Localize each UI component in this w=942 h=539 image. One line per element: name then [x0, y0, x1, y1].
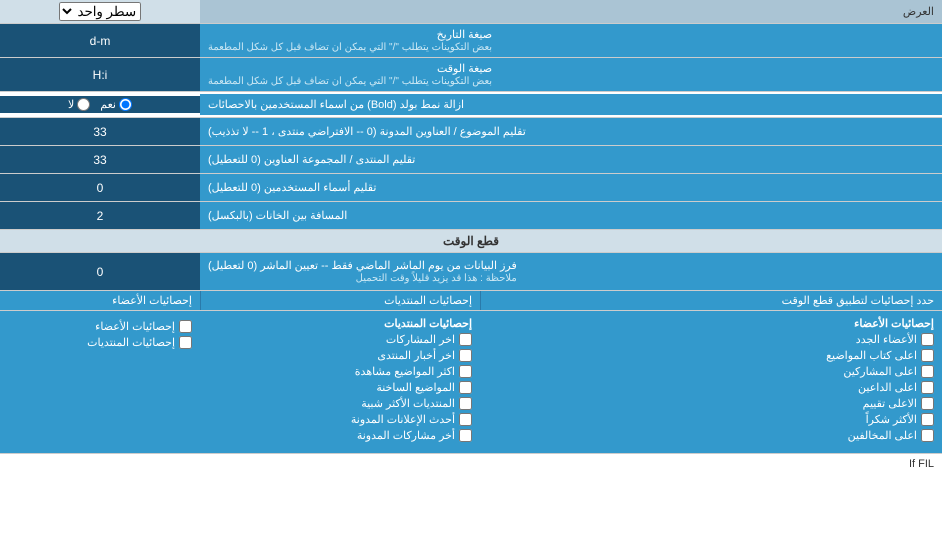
time-format-input[interactable]	[4, 68, 196, 82]
cb-most-thanks-input[interactable]	[921, 413, 934, 426]
cb-last-posts: اخر المشاركات	[208, 333, 472, 346]
cb-forum-stats: إحصائيات المنتديات	[8, 336, 192, 349]
cb-most-similar-forums-label: المنتديات الأكثر شبية	[361, 397, 455, 410]
cb-last-news-label: اخر أخبار المنتدى	[377, 349, 455, 362]
cb-last-blog-posts-input[interactable]	[459, 429, 472, 442]
cb-top-posters-input[interactable]	[921, 365, 934, 378]
checkboxes-mid-col: إحصائيات المنتديات اخر المشاركات اخر أخب…	[200, 315, 480, 447]
cb-top-violators: اعلى المخالفين	[488, 429, 934, 442]
cb-top-inviters-label: اعلى الداعين	[858, 381, 917, 394]
stats-apply-label: حدد إحصائيات لتطبيق قطع الوقت	[480, 291, 942, 310]
stats-forums-col-title: إحصائيات المنتديات	[200, 291, 480, 310]
cb-last-blog-posts-label: أخر مشاركات المدونة	[357, 429, 455, 442]
display-select-wrap[interactable]: سطر واحد سطرين ثلاثة أسطر	[0, 0, 200, 23]
cb-top-inviters-input[interactable]	[921, 381, 934, 394]
gap-row: المسافة بين الخانات (بالبكسل)	[0, 202, 942, 230]
time-format-row: صيغة الوقت بعض التكوينات يتطلب "/" التي …	[0, 58, 942, 92]
cb-most-similar-forums-input[interactable]	[459, 397, 472, 410]
cb-new-members-label: الأعضاء الجدد	[856, 333, 917, 346]
cb-top-rated: الاعلى تقييم	[488, 397, 934, 410]
cb-member-stats-input[interactable]	[179, 320, 192, 333]
cb-member-stats: إحصائيات الأعضاء	[8, 320, 192, 333]
cb-top-topics-input[interactable]	[921, 349, 934, 362]
forum-group-row: تقليم المنتدى / المجموعة العناوين (0 للت…	[0, 146, 942, 174]
topics-titles-input[interactable]	[4, 125, 196, 139]
cb-top-posters-label: اعلى المشاركين	[843, 365, 917, 378]
cb-top-rated-input[interactable]	[921, 397, 934, 410]
display-select[interactable]: سطر واحد سطرين ثلاثة أسطر	[59, 2, 141, 21]
fetch-days-input[interactable]	[4, 265, 196, 279]
cb-forum-stats-input[interactable]	[179, 336, 192, 349]
cb-last-posts-input[interactable]	[459, 333, 472, 346]
radio-no[interactable]	[77, 98, 90, 111]
cb-new-members: الأعضاء الجدد	[488, 333, 934, 346]
cb-mid-col-header: إحصائيات المنتديات	[208, 317, 472, 330]
realtime-section-header: قطع الوقت	[0, 230, 942, 253]
time-format-label: صيغة الوقت بعض التكوينات يتطلب "/" التي …	[200, 58, 942, 91]
cb-hot-topics: المواضيع الساخنة	[208, 381, 472, 394]
gap-input[interactable]	[4, 209, 196, 223]
header-row: العرض سطر واحد سطرين ثلاثة أسطر	[0, 0, 942, 24]
cb-top-inviters: اعلى الداعين	[488, 381, 934, 394]
remove-bold-label: ازالة نمط بولد (Bold) من اسماء المستخدمي…	[200, 94, 942, 115]
cb-forum-stats-label: إحصائيات المنتديات	[87, 336, 175, 349]
cb-row-members-col-header: إحصائيات الأعضاء	[488, 317, 934, 330]
main-container: العرض سطر واحد سطرين ثلاثة أسطر صيغة الت…	[0, 0, 942, 474]
date-format-input-wrap	[0, 24, 200, 57]
bottom-text: If FIL	[0, 453, 942, 474]
cb-most-viewed-label: اكثر المواضيع مشاهدة	[355, 365, 455, 378]
date-format-input[interactable]	[4, 34, 196, 48]
remove-bold-row: ازالة نمط بولد (Bold) من اسماء المستخدمي…	[0, 92, 942, 118]
cb-most-thanks: الأكثر شكراً	[488, 413, 934, 426]
cb-latest-announcements: أحدث الإعلانات المدونة	[208, 413, 472, 426]
stats-members-col-title: إحصائيات الأعضاء	[0, 291, 200, 310]
usernames-input-wrap	[0, 174, 200, 201]
gap-label: المسافة بين الخانات (بالبكسل)	[200, 202, 942, 229]
cb-top-rated-label: الاعلى تقييم	[863, 397, 917, 410]
cb-top-topics-label: اعلى كتاب المواضيع	[826, 349, 917, 362]
cb-top-posters: اعلى المشاركين	[488, 365, 934, 378]
usernames-input[interactable]	[4, 181, 196, 195]
cb-last-news-input[interactable]	[459, 349, 472, 362]
cb-top-violators-input[interactable]	[921, 429, 934, 442]
cb-most-viewed-input[interactable]	[459, 365, 472, 378]
radio-yes[interactable]	[119, 98, 132, 111]
cb-last-posts-label: اخر المشاركات	[386, 333, 455, 346]
cb-most-similar-forums: المنتديات الأكثر شبية	[208, 397, 472, 410]
forum-group-input-wrap	[0, 146, 200, 173]
cb-latest-announcements-label: أحدث الإعلانات المدونة	[351, 413, 455, 426]
fetch-days-input-wrap	[0, 253, 200, 290]
forum-group-input[interactable]	[4, 153, 196, 167]
cb-most-viewed: اكثر المواضيع مشاهدة	[208, 365, 472, 378]
cb-most-thanks-label: الأكثر شكراً	[866, 413, 917, 426]
checkboxes-left-col: إحصائيات الأعضاء إحصائيات المنتديات	[0, 315, 200, 447]
topics-titles-label: تقليم الموضوع / العناوين المدونة (0 -- ا…	[200, 118, 942, 145]
cb-member-stats-label: إحصائيات الأعضاء	[95, 320, 175, 333]
checkboxes-right-col: إحصائيات الأعضاء الأعضاء الجدد اعلى كتاب…	[480, 315, 942, 447]
radio-yes-label[interactable]: نعم	[100, 98, 132, 111]
time-format-input-wrap	[0, 58, 200, 91]
header-label: العرض	[200, 2, 942, 21]
fetch-days-row: فرز البيانات من يوم الماشر الماضي فقط --…	[0, 253, 942, 291]
date-format-label: صيغة التاريخ بعض التكوينات يتطلب "/" الت…	[200, 24, 942, 57]
usernames-label: تقليم أسماء المستخدمين (0 للتعطيل)	[200, 174, 942, 201]
cb-last-news: اخر أخبار المنتدى	[208, 349, 472, 362]
usernames-row: تقليم أسماء المستخدمين (0 للتعطيل)	[0, 174, 942, 202]
cb-top-topics: اعلى كتاب المواضيع	[488, 349, 934, 362]
fetch-days-label: فرز البيانات من يوم الماشر الماضي فقط --…	[200, 253, 942, 290]
cb-top-violators-label: اعلى المخالفين	[848, 429, 917, 442]
cb-hot-topics-label: المواضيع الساخنة	[376, 381, 455, 394]
forum-group-label: تقليم المنتدى / المجموعة العناوين (0 للت…	[200, 146, 942, 173]
cb-hot-topics-input[interactable]	[459, 381, 472, 394]
gap-input-wrap	[0, 202, 200, 229]
remove-bold-radios: نعم لا	[0, 96, 200, 113]
checkboxes-area: إحصائيات الأعضاء الأعضاء الجدد اعلى كتاب…	[0, 311, 942, 453]
topics-titles-input-wrap	[0, 118, 200, 145]
date-format-row: صيغة التاريخ بعض التكوينات يتطلب "/" الت…	[0, 24, 942, 58]
cb-new-members-input[interactable]	[921, 333, 934, 346]
cb-latest-announcements-input[interactable]	[459, 413, 472, 426]
cb-last-blog-posts: أخر مشاركات المدونة	[208, 429, 472, 442]
topics-titles-row: تقليم الموضوع / العناوين المدونة (0 -- ا…	[0, 118, 942, 146]
radio-no-label[interactable]: لا	[68, 98, 90, 111]
